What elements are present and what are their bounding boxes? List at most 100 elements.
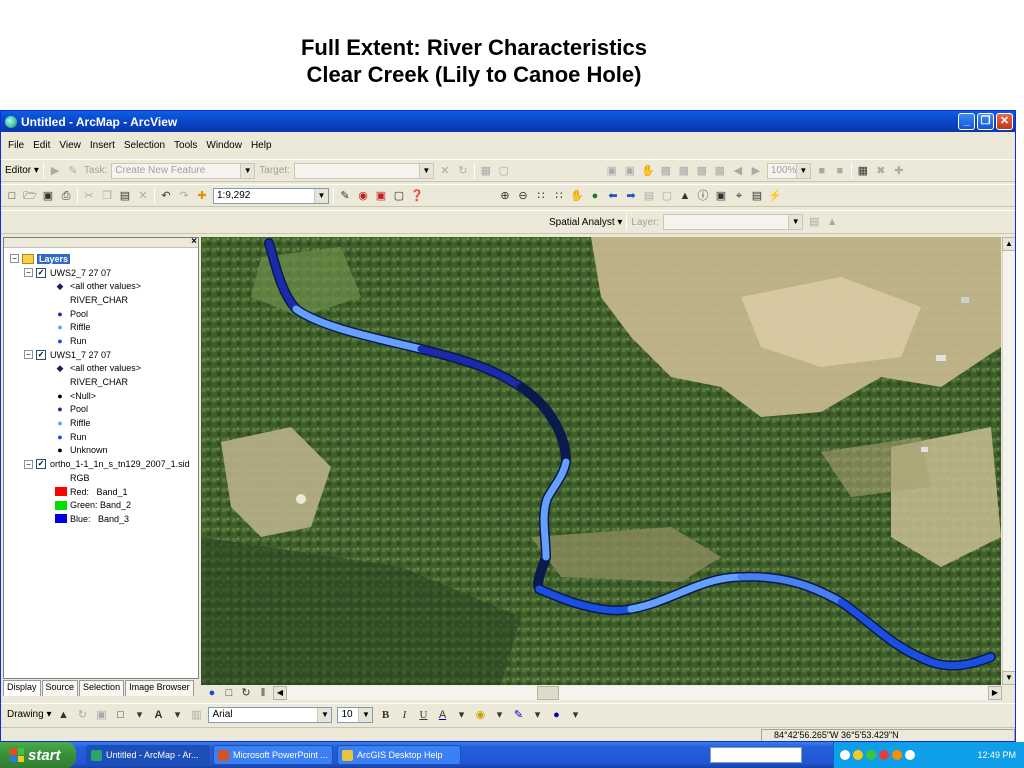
save-icon[interactable]: ▣ [41,189,55,203]
tab-display[interactable]: Display [3,680,41,696]
add-icon[interactable]: ✚ [892,164,906,178]
layout-view-icon[interactable]: □ [222,686,236,700]
edit-vertices-icon[interactable]: ▥ [189,708,203,722]
window-titlebar[interactable]: Untitled - ArcMap - ArcView _ ❐ ✕ [1,111,1015,132]
maximize-button[interactable]: ❐ [977,113,994,130]
toggle-draft-icon[interactable]: ■ [815,164,829,178]
hyperlink-icon[interactable]: ⚡ [768,189,782,203]
map-vertical-scrollbar[interactable]: ▲ ▼ [1002,237,1015,685]
task-arcgis-help[interactable]: ArcGIS Desktop Help [337,745,461,765]
layer-dropdown[interactable]: ▼ [663,214,804,230]
sketch-properties-icon[interactable]: ▢ [497,164,511,178]
underline-button[interactable]: U [416,708,430,722]
delete-icon[interactable]: ✖ [874,164,888,178]
marker-color-icon[interactable]: ● [549,708,563,722]
chevron-down-icon[interactable]: ▾ [568,708,582,722]
layout-back-icon[interactable]: ◀ [731,164,745,178]
menu-help[interactable]: Help [250,140,273,151]
map-view[interactable] [201,237,1001,685]
scroll-down-icon[interactable]: ▼ [1002,671,1015,685]
tab-selection[interactable]: Selection [79,680,125,696]
task-arcmap[interactable]: Untitled - ArcMap - Ar... [86,745,210,765]
whats-this-icon[interactable]: ❓ [410,189,424,203]
menu-view[interactable]: View [58,140,82,151]
toc-layer-ortho[interactable]: − ✓ ortho_1-1_1n_s_tn129_2007_1.sid [4,457,198,471]
full-extent-icon[interactable]: ● [588,189,602,203]
chevron-down-icon[interactable]: ▾ [454,708,468,722]
histogram-icon[interactable]: ▲ [825,215,839,229]
toc-layer-uws2[interactable]: − ✓ UWS2_7 27 07 [4,266,198,280]
contour-icon[interactable]: ▤ [807,215,821,229]
collapse-icon[interactable]: − [24,268,33,278]
editor-toolbar-icon[interactable]: ✎ [338,189,352,203]
tab-image-browser[interactable]: Image Browser [125,680,194,696]
layer-visibility-checkbox[interactable]: ✓ [36,267,46,278]
taskbar-address-input[interactable] [710,747,802,763]
select-elements-icon[interactable]: ▲ [56,708,70,722]
target-dropdown[interactable]: ▼ [293,162,434,179]
spatial-analyst-menu[interactable]: Spatial Analyst ▾ [549,217,622,228]
font-color-button[interactable]: A [435,708,449,722]
layout-fixed-zoom-out-icon[interactable]: ▩ [677,164,691,178]
edit-tool-icon[interactable]: ▶ [48,164,62,178]
scroll-left-icon[interactable]: ◀ [273,686,287,700]
measure-icon[interactable]: ▤ [750,189,764,203]
layout-full-extent-icon[interactable]: ▩ [695,164,709,178]
select-elements-icon[interactable]: ▲ [678,189,692,203]
shield-icon[interactable] [853,750,863,760]
attributes-icon[interactable]: ▦ [479,164,493,178]
toc-close-icon[interactable]: × [191,236,197,247]
chevron-down-icon[interactable]: ▾ [132,708,146,722]
data-view-icon[interactable]: ● [205,686,219,700]
scroll-thumb[interactable] [537,686,559,700]
layout-pan-icon[interactable]: ✋ [641,164,655,178]
fill-color-icon[interactable]: ◉ [473,708,487,722]
bold-button[interactable]: B [378,708,392,722]
rotate-tool-icon[interactable]: ↻ [456,164,470,178]
chevron-down-icon[interactable]: ▾ [170,708,184,722]
arctoolbox-icon[interactable]: ▣ [374,189,388,203]
layout-forward-icon[interactable]: ▶ [749,164,763,178]
command-line-icon[interactable]: ▢ [392,189,406,203]
identify-icon[interactable]: ⓘ [696,189,710,203]
find-icon[interactable]: ▣ [714,189,728,203]
toc-root-layers[interactable]: − Layers [4,252,198,266]
go-to-xy-icon[interactable]: ⌖ [732,189,746,203]
scroll-up-icon[interactable]: ▲ [1002,237,1015,251]
collapse-icon[interactable]: − [24,350,33,360]
cut-icon[interactable]: ✂ [82,189,96,203]
delete-icon[interactable]: ✕ [136,189,150,203]
task-dropdown[interactable]: Create New Feature ▼ [111,162,256,179]
fixed-zoom-out-icon[interactable]: ∷ [552,189,566,203]
layer-visibility-checkbox[interactable]: ✓ [36,459,46,470]
print-icon[interactable]: ⎙ [59,189,73,203]
task-powerpoint[interactable]: Microsoft PowerPoint ... [213,745,333,765]
zoom-out-icon[interactable]: ⊖ [516,189,530,203]
close-button[interactable]: ✕ [996,113,1013,130]
antivirus-icon[interactable] [879,750,889,760]
update-icon[interactable] [892,750,902,760]
pause-drawing-icon[interactable]: ‖ [256,686,270,700]
layout-zoom-dropdown[interactable]: 100% ▼ [766,162,811,179]
undo-icon[interactable]: ↶ [159,189,173,203]
start-button[interactable]: start [0,742,76,768]
rectangle-icon[interactable]: □ [113,708,127,722]
map-scale-dropdown[interactable]: 1:9,292 ▼ [213,187,329,204]
add-data-icon[interactable]: ✚ [195,189,209,203]
arccatalog-icon[interactable]: ◉ [356,189,370,203]
new-document-icon[interactable]: □ [5,189,19,203]
sketch-tool-icon[interactable]: ✎ [66,164,80,178]
font-dropdown[interactable]: Arial ▼ [208,706,333,723]
layout-zoom-100-icon[interactable]: ▩ [713,164,727,178]
menu-file[interactable]: File [7,140,25,151]
tray-icon[interactable] [840,750,850,760]
layout-zoom-out-icon[interactable]: ▣ [623,164,637,178]
zoom-in-icon[interactable]: ⊕ [498,189,512,203]
rotate-icon[interactable]: ↻ [75,708,89,722]
text-tool-icon[interactable]: A [151,708,165,722]
menu-window[interactable]: Window [205,140,243,151]
refresh-icon[interactable]: ↻ [239,686,253,700]
font-size-dropdown[interactable]: 10 ▼ [337,706,374,723]
toc-layer-uws1[interactable]: − ✓ UWS1_7 27 07 [4,348,198,362]
map-horizontal-scrollbar[interactable]: ◀ ▶ [273,686,1002,700]
